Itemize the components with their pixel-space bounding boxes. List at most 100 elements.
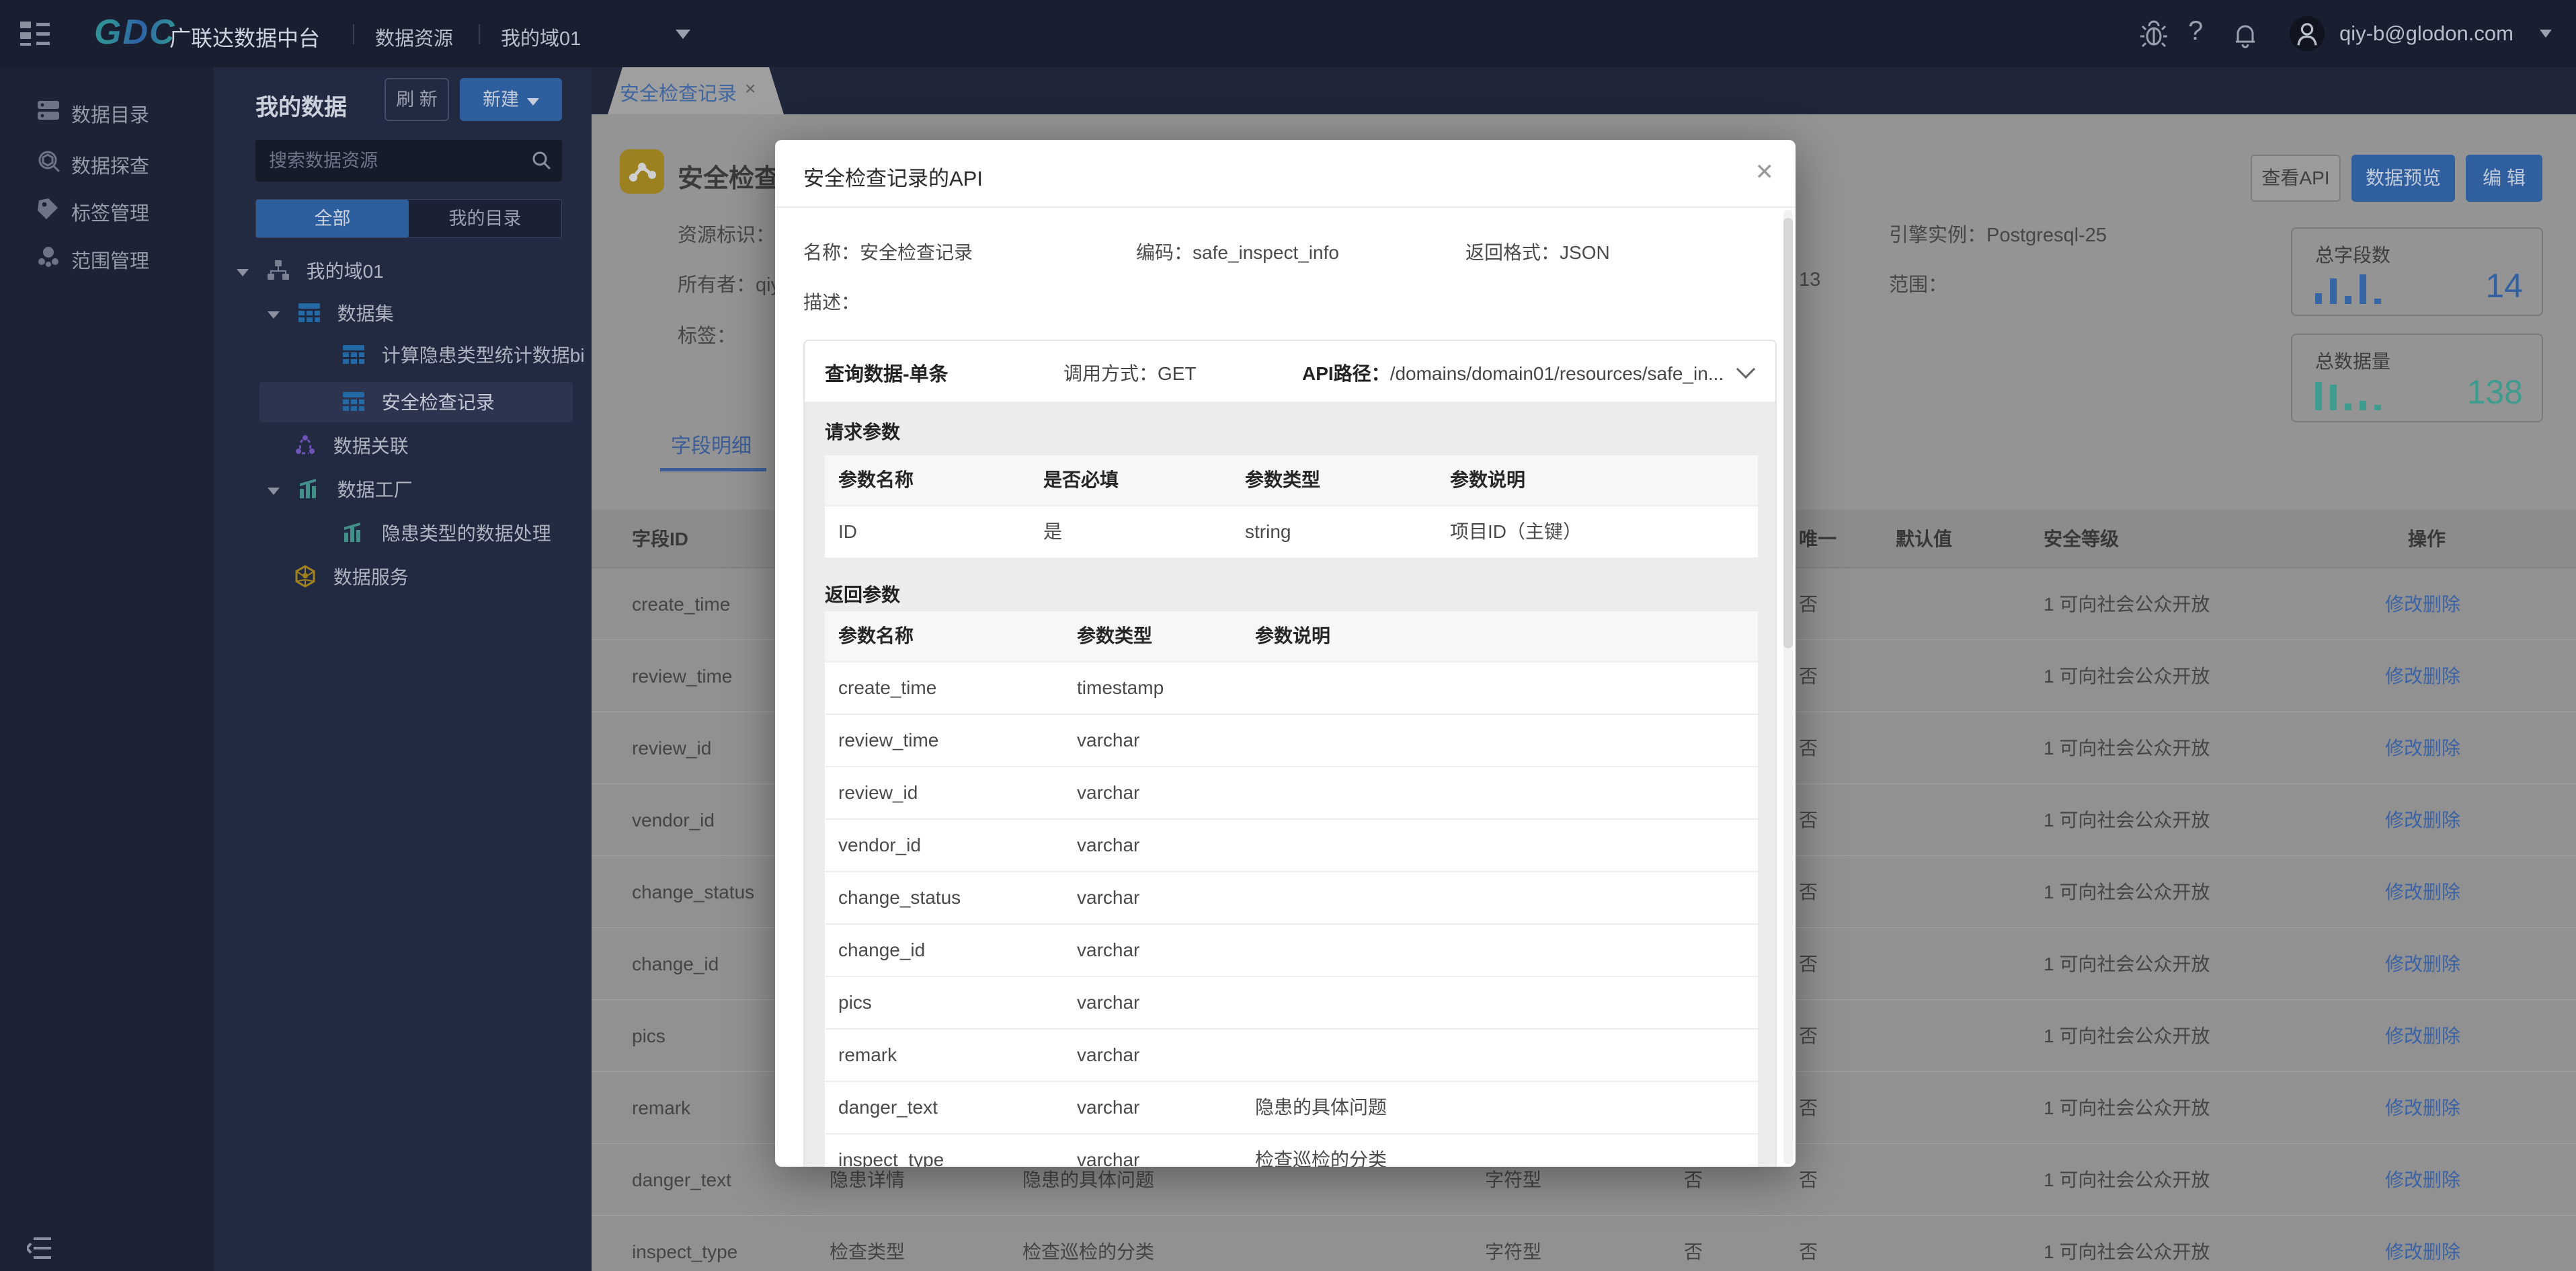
chevron-down-icon[interactable] [2540,30,2552,38]
chevron-down-icon[interactable] [1736,360,1755,379]
create-button-label: 新建 [483,89,519,110]
delete-link[interactable]: 删除 [2423,594,2460,615]
tab-field-detail[interactable]: 字段明细 [671,429,752,459]
tree-node-label: 计算隐患类型统计数据bi [382,345,585,366]
explore-icon [35,148,62,175]
delete-link[interactable]: 删除 [2423,738,2460,759]
search-icon[interactable] [531,150,553,171]
edit-link[interactable]: 修改 [2385,594,2423,615]
tree-node-data-factory[interactable]: 数据工厂 [268,471,413,510]
tree-node-data-service[interactable]: 数据服务 [293,558,409,597]
param-name: change_status [838,872,961,923]
close-icon[interactable]: ✕ [1755,159,1775,186]
modal-scrollbar[interactable] [1783,210,1793,1164]
tree-node-dataset[interactable]: 数据集 [268,295,394,334]
api-name: 名称：安全检查记录 [803,238,973,265]
clipped-value: 13 [1799,269,1820,291]
edit-link[interactable]: 修改 [2385,954,2423,974]
edit-link[interactable]: 修改 [2385,666,2423,687]
delete-link[interactable]: 删除 [2423,882,2460,902]
delete-link[interactable]: 删除 [2423,666,2460,687]
tree-node-data-relation[interactable]: 数据关联 [293,427,409,466]
stat-value: 14 [2485,266,2523,305]
delete-link[interactable]: 删除 [2423,1026,2460,1046]
cell-actions: 修改|删除 [2385,568,2460,640]
param-type: varchar [1077,767,1139,818]
tab-label[interactable]: 安全检查记录 [620,78,737,106]
response-param-row: inspect_type varchar 检查巡检的分类 [825,1133,1758,1167]
param-type: varchar [1077,1030,1139,1081]
edit-link[interactable]: 修改 [2385,1026,2423,1046]
delete-link[interactable]: 删除 [2423,810,2460,831]
cell-actions: 修改|删除 [2385,640,2460,712]
api-accordion-header[interactable]: 查询数据-单条 调用方式：GET API路径：/domains/domain01… [805,341,1775,401]
avatar[interactable] [2290,16,2325,51]
edit-link[interactable]: 修改 [2385,882,2423,902]
help-icon[interactable]: ? [2188,16,2220,48]
rail-item-scope-manage[interactable]: 范围管理 [0,237,214,280]
delete-link[interactable]: 删除 [2423,1169,2460,1190]
refresh-button[interactable]: 刷 新 [385,78,449,121]
caret-down-icon[interactable] [268,488,280,495]
delete-link[interactable]: 删除 [2423,1241,2460,1262]
cell-field-id: danger_text [632,1144,731,1216]
tab-all[interactable]: 全部 [256,200,409,237]
rail-item-data-catalog[interactable]: 数据目录 [0,91,214,134]
param-name: remark [838,1030,897,1081]
link-separator: | [2432,712,2437,784]
nav-item-data-resource[interactable]: 数据资源 [375,23,453,51]
cell-security-level: 1 可向社会公众开放 [2044,1216,2210,1271]
api-accordion: 查询数据-单条 调用方式：GET API路径：/domains/domain01… [803,340,1777,1167]
bar-chart-icon [297,477,321,501]
cell-actions: 修改 |删除 [2385,1144,2460,1216]
edit-link[interactable]: 修改 [2385,738,2423,759]
caret-down-icon[interactable] [237,269,249,276]
gdc-logo[interactable]: GDC [94,12,176,52]
cell-actions: 修改|删除 [2385,1216,2460,1271]
modal-header-divider [775,206,1796,208]
api-method: 调用方式：GET [1063,359,1197,386]
resource-type-icon [620,149,664,194]
tab-close-icon[interactable]: × [745,78,756,100]
caret-down-icon[interactable] [268,311,280,319]
param-name: inspect_type [838,1134,944,1167]
bell-icon[interactable] [2229,17,2261,50]
link-separator: | [2432,1144,2437,1216]
cell-unique: 否 [1799,928,1818,1000]
nav-domain-select[interactable]: 我的域01 [501,23,581,51]
chevron-down-icon[interactable] [676,30,690,39]
edit-link[interactable]: 修改 [2385,1241,2423,1262]
cell-field-desc: 检查巡检的分类 [1022,1216,1154,1271]
stat-card-rows: 总数据量 138 [2291,334,2543,422]
edit-link[interactable]: 修改 [2385,1169,2423,1190]
view-api-button[interactable]: 查看API [2251,155,2341,202]
search-input[interactable] [269,140,518,182]
param-required: 是 [1043,506,1062,557]
layout-menu-icon[interactable] [20,19,50,48]
delete-link[interactable]: 删除 [2423,954,2460,974]
modal-scrollbar-thumb[interactable] [1783,218,1793,648]
param-type: varchar [1077,1082,1139,1133]
collapse-sidebar-icon[interactable] [27,1235,56,1262]
edit-link[interactable]: 修改 [2385,1097,2423,1118]
data-preview-button[interactable]: 数据预览 [2351,155,2455,202]
response-param-row: review_id varchar [825,766,1758,818]
owner-label: 所有者：qiy [678,269,780,297]
create-button[interactable]: 新建 [460,78,562,121]
bug-icon[interactable] [2138,17,2170,50]
rail-item-data-explore[interactable]: 数据探查 [0,143,214,186]
tree-node-bi-dataset[interactable]: 计算隐患类型统计数据bi [341,336,585,375]
tree-node-danger-processing[interactable]: 隐患类型的数据处理 [341,514,551,553]
response-param-row: remark varchar [825,1028,1758,1081]
edit-button[interactable]: 编 辑 [2466,155,2542,202]
tab-my-catalog[interactable]: 我的目录 [409,200,561,237]
delete-link[interactable]: 删除 [2423,1097,2460,1118]
cell-actions: 修改|删除 [2385,784,2460,856]
edit-link[interactable]: 修改 [2385,810,2423,831]
cell-unique: 否 [1799,568,1818,640]
rail-item-tag-manage[interactable]: 标签管理 [0,190,214,233]
api-detail-section: 请求参数 参数名称 是否必填 参数类型 参数说明 ID 是 [805,401,1775,1167]
tree-node-safety-record[interactable]: 安全检查记录 [341,383,495,422]
user-email[interactable]: qiy-b@glodon.com [2339,22,2513,46]
tree-node-domain[interactable]: 我的域01 [237,252,384,291]
